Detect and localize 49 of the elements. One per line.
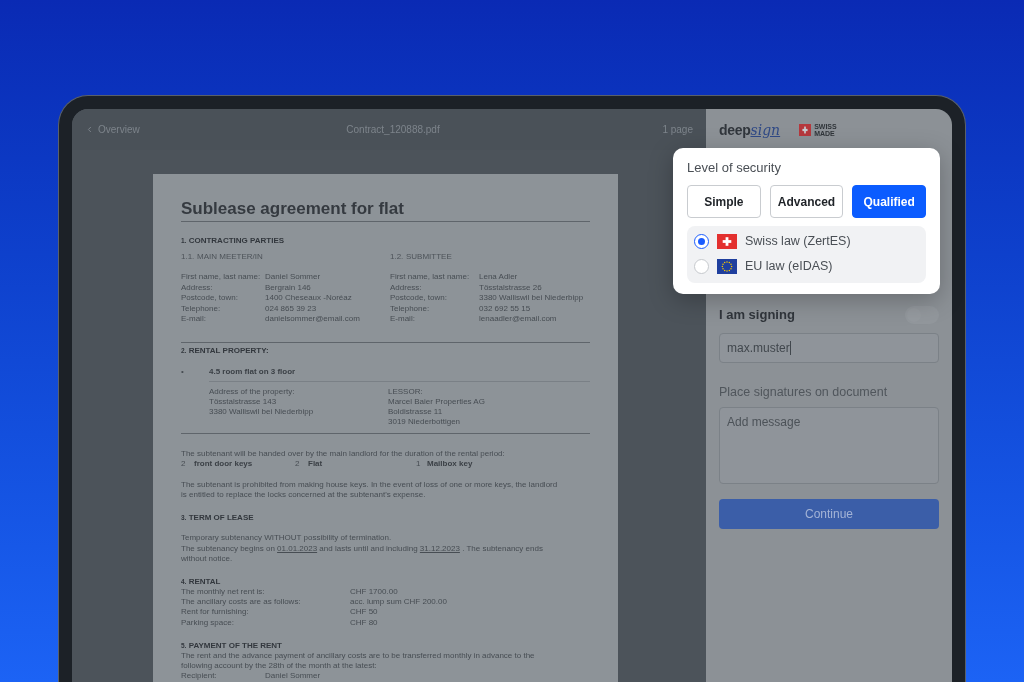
security-level-button[interactable]: Qualified (852, 185, 926, 218)
key-count: 1 (416, 458, 422, 469)
continue-button[interactable]: Continue (719, 499, 939, 529)
radio-button[interactable] (694, 259, 709, 274)
field-value: lenaadler@email.com (479, 314, 557, 325)
chevron-left-icon (85, 125, 94, 134)
field-value: Lena Adler (479, 272, 518, 283)
field-label: First name, last name: (390, 272, 471, 283)
field-value: Tösstalstrasse 26 (479, 282, 542, 293)
bullet-mark: • (181, 366, 185, 377)
rent-amount: CHF 1700.00 (350, 586, 398, 597)
field-label: Telephone: (181, 303, 222, 314)
field-label: First name, last name: (181, 272, 262, 283)
radio-button[interactable] (694, 234, 709, 249)
field-label: Address: (390, 282, 423, 293)
popup-title: Level of security (687, 160, 782, 176)
key-name: Mailbox key (427, 458, 473, 469)
field-value: Daniel Sommer (265, 272, 321, 283)
law-option-label: Swiss law (ZertES) (745, 233, 851, 251)
field-value: 1400 Cheseaux -Noréaz (265, 293, 352, 304)
rent-amount: CHF 50 (350, 607, 378, 618)
message-field[interactable]: Add message (719, 407, 939, 484)
address-line: Tösstalstrasse 143 (209, 396, 278, 408)
field-value: Daniel Sommer (265, 670, 321, 681)
field-label: Postcode, town: (181, 293, 239, 304)
name-input[interactable]: max.muster (719, 333, 939, 363)
key-name: front door keys (194, 458, 253, 469)
field-label: Telephone: (390, 303, 431, 314)
field-value: danielsommer@email.com (265, 314, 360, 325)
eu-flag-icon (717, 259, 737, 274)
address-line: 3019 Niederbottigen (388, 417, 462, 428)
block-label: LESSOR: (388, 386, 424, 397)
flat-description: 4.5 room flat on 3 floor (209, 366, 297, 377)
party-title: MAIN MEETER/IN (197, 252, 263, 262)
key-name: Flat (308, 458, 323, 469)
signing-label: I am signing (719, 307, 795, 323)
address-line: Marcel Baier Properties AG (388, 396, 486, 408)
field-label: Recipient: (181, 670, 218, 681)
law-option-label: EU law (eIDAS) (745, 258, 833, 276)
field-label: Postcode, town: (390, 293, 448, 304)
swiss-flag-icon (799, 123, 812, 136)
cursor-icon (789, 341, 791, 355)
field-label: Address: (181, 282, 214, 293)
placement-label: Place signatures on document (719, 384, 889, 400)
logo: deepsign (719, 121, 781, 138)
security-level-button[interactable]: Simple (687, 185, 761, 218)
swiss-flag-icon (717, 234, 737, 249)
security-level-button[interactable]: Advanced (769, 185, 844, 218)
document-title: Sublease agreement for flat (181, 199, 405, 219)
